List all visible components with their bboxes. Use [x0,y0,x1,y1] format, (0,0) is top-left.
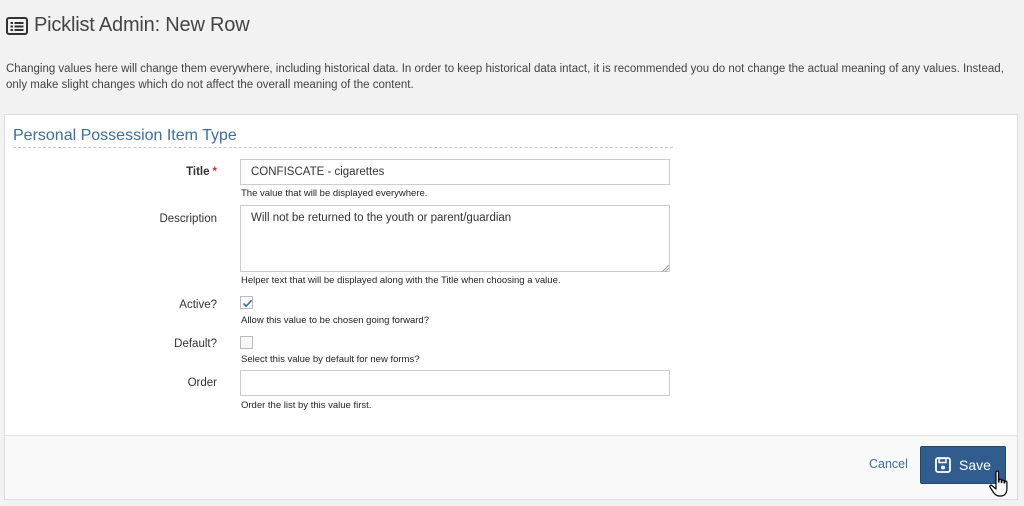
order-help: Order the list by this value first. [241,400,372,411]
hand-pointer-icon [989,470,1008,497]
required-marker: * [212,166,217,178]
floppy-disk-icon [935,457,951,473]
default-label: Default? [174,338,217,350]
page-title: Picklist Admin: New Row [34,14,250,36]
title-input[interactable] [240,159,670,185]
checkmark-icon [242,299,253,308]
description-help: Helper text that will be displayed along… [241,275,561,286]
active-help: Allow this value to be chosen going forw… [241,315,430,326]
resize-grip-icon[interactable] [661,264,669,272]
page-header: Picklist Admin: New Row [6,14,250,37]
description-textarea[interactable]: Will not be returned to the youth or par… [240,205,670,272]
description-label: Description [159,213,217,225]
title-label: Title * [186,166,217,178]
default-checkbox[interactable] [240,336,253,349]
order-input[interactable] [240,370,670,396]
warning-text: Changing values here will change them ev… [6,63,1004,91]
title-help: The value that will be displayed everywh… [241,188,428,199]
save-button-label: Save [959,457,991,473]
list-icon [6,16,28,36]
form-footer [5,436,1017,499]
form-legend: Personal Possession Item Type [13,127,673,148]
form-panel: Personal Possession Item Type Title* The… [4,114,1018,500]
order-label: Order [187,377,217,389]
active-label: Active? [179,299,217,311]
default-help: Select this value by default for new for… [241,354,420,365]
cancel-button[interactable]: Cancel [869,457,908,471]
active-checkbox[interactable] [240,296,253,309]
